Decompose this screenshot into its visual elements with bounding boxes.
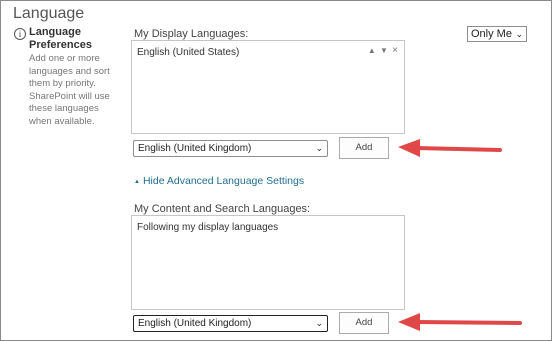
triangle-up-icon: ▲: [134, 179, 140, 185]
privacy-select-value: Only Me: [471, 28, 512, 40]
content-language-dropdown[interactable]: English (United Kingdom) ⌄: [133, 315, 328, 332]
list-item-controls: ▲ ▼ ×: [368, 45, 399, 56]
info-icon: i: [14, 28, 26, 40]
language-settings-panel: Language i Language Preferences Add one …: [0, 0, 552, 341]
remove-icon[interactable]: ×: [392, 45, 399, 56]
preferences-title: Language Preferences: [29, 26, 92, 51]
list-item: Following my display languages: [137, 222, 279, 233]
display-language-dropdown[interactable]: English (United Kingdom) ⌄: [133, 140, 328, 157]
move-up-icon[interactable]: ▲: [368, 46, 377, 55]
display-languages-list[interactable]: English (United States) ▲ ▼ ×: [131, 40, 405, 134]
section-title: Language: [13, 5, 85, 22]
hide-advanced-settings-link[interactable]: ▲ Hide Advanced Language Settings: [134, 175, 304, 187]
content-languages-label: My Content and Search Languages:: [134, 203, 311, 215]
annotation-arrow-icon: [398, 139, 502, 157]
preferences-description: Add one or more languages and sort them …: [29, 53, 110, 127]
content-languages-list[interactable]: Following my display languages: [131, 215, 405, 310]
hide-advanced-settings-label: Hide Advanced Language Settings: [142, 175, 305, 187]
chevron-down-icon: ⌄: [315, 318, 323, 328]
content-language-dropdown-value: English (United Kingdom): [138, 318, 252, 329]
display-language-dropdown-value: English (United Kingdom): [138, 143, 252, 154]
annotation-arrow-icon: [398, 313, 522, 331]
add-display-language-button[interactable]: Add: [339, 137, 389, 159]
privacy-select[interactable]: Only Me ⌄: [467, 26, 527, 42]
add-content-language-button[interactable]: Add: [339, 312, 389, 334]
chevron-down-icon: ⌄: [315, 143, 323, 153]
move-down-icon[interactable]: ▼: [380, 46, 389, 55]
display-languages-label: My Display Languages:: [134, 28, 249, 40]
chevron-down-icon: ⌄: [515, 29, 523, 39]
list-item[interactable]: English (United States): [137, 47, 239, 58]
